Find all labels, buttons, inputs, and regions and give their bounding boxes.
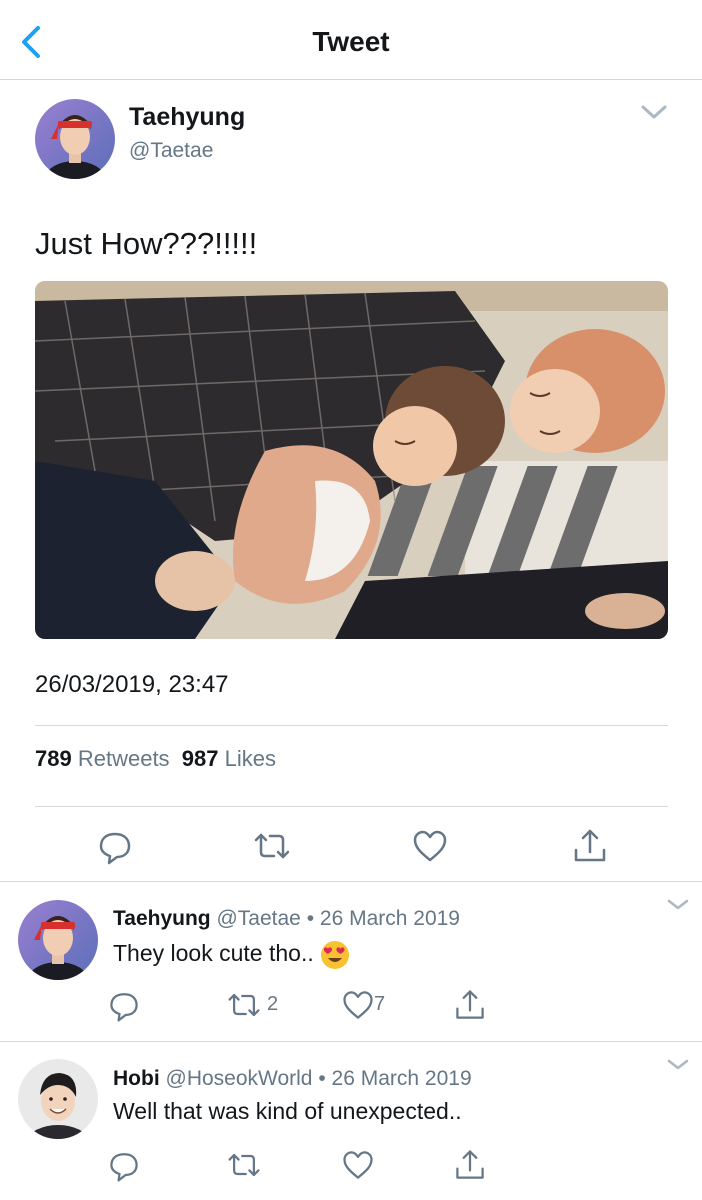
tweet-text: Just How???!!!!! (35, 226, 258, 261)
reply-icon[interactable] (106, 1147, 142, 1183)
author-name[interactable]: Taehyung (129, 103, 245, 132)
retweet-icon[interactable] (252, 826, 292, 866)
reply-text: Well that was kind of unexpected.. (113, 1098, 462, 1124)
reply-author-name[interactable]: Hobi (113, 1067, 160, 1090)
reply-date: 26 March 2019 (331, 1067, 472, 1090)
tweet-photo[interactable] (35, 281, 668, 639)
reply-avatar[interactable] (18, 900, 98, 980)
reply-author-handle[interactable]: @Taetae (216, 907, 300, 930)
reply-author-handle[interactable]: @HoseokWorld (166, 1067, 313, 1090)
like-icon[interactable] (410, 826, 450, 866)
chevron-down-icon[interactable] (666, 1057, 690, 1073)
divider (0, 1041, 702, 1042)
like-count: 7 (374, 993, 386, 1015)
like-icon[interactable] (340, 1147, 376, 1183)
separator-dot: • (306, 907, 315, 930)
page-title: Tweet (312, 26, 390, 57)
author-avatar[interactable] (35, 99, 115, 179)
reply-header: Taehyung @Taetae • 26 March 2019 (113, 907, 460, 931)
tweet-timestamp: 26/03/2019, 23:47 (35, 671, 229, 698)
likes-label[interactable]: Likes (225, 746, 276, 771)
reply-author-name[interactable]: Taehyung (113, 907, 211, 930)
separator-dot: • (318, 1067, 326, 1090)
divider (35, 806, 668, 807)
reply-icon[interactable] (106, 987, 142, 1023)
tweet-stats: 789 Retweets 987 Likes (35, 746, 276, 772)
author-handle[interactable]: @Taetae (129, 139, 213, 163)
reply-text: They look cute tho.. (113, 940, 350, 970)
chevron-down-icon[interactable] (666, 897, 690, 913)
reply-avatar[interactable] (18, 1059, 98, 1139)
share-icon[interactable] (452, 1147, 488, 1183)
heart-eyes-emoji-icon (320, 940, 350, 970)
divider (0, 881, 702, 882)
chevron-down-icon[interactable] (640, 100, 668, 124)
reply-text-content: They look cute tho.. (113, 940, 314, 967)
retweet-icon[interactable] (226, 987, 262, 1023)
reply-date: 26 March 2019 (319, 907, 460, 930)
retweet-count: 2 (267, 993, 279, 1015)
divider (35, 725, 668, 726)
like-icon[interactable] (340, 987, 376, 1023)
retweets-label[interactable]: Retweets (78, 746, 170, 771)
share-icon[interactable] (452, 987, 488, 1023)
share-icon[interactable] (570, 826, 610, 866)
reply-icon[interactable] (95, 826, 135, 866)
retweet-icon[interactable] (226, 1147, 262, 1183)
retweets-count[interactable]: 789 (35, 746, 72, 771)
likes-count[interactable]: 987 (182, 746, 219, 771)
reply-header: Hobi @HoseokWorld • 26 March 2019 (113, 1067, 472, 1091)
